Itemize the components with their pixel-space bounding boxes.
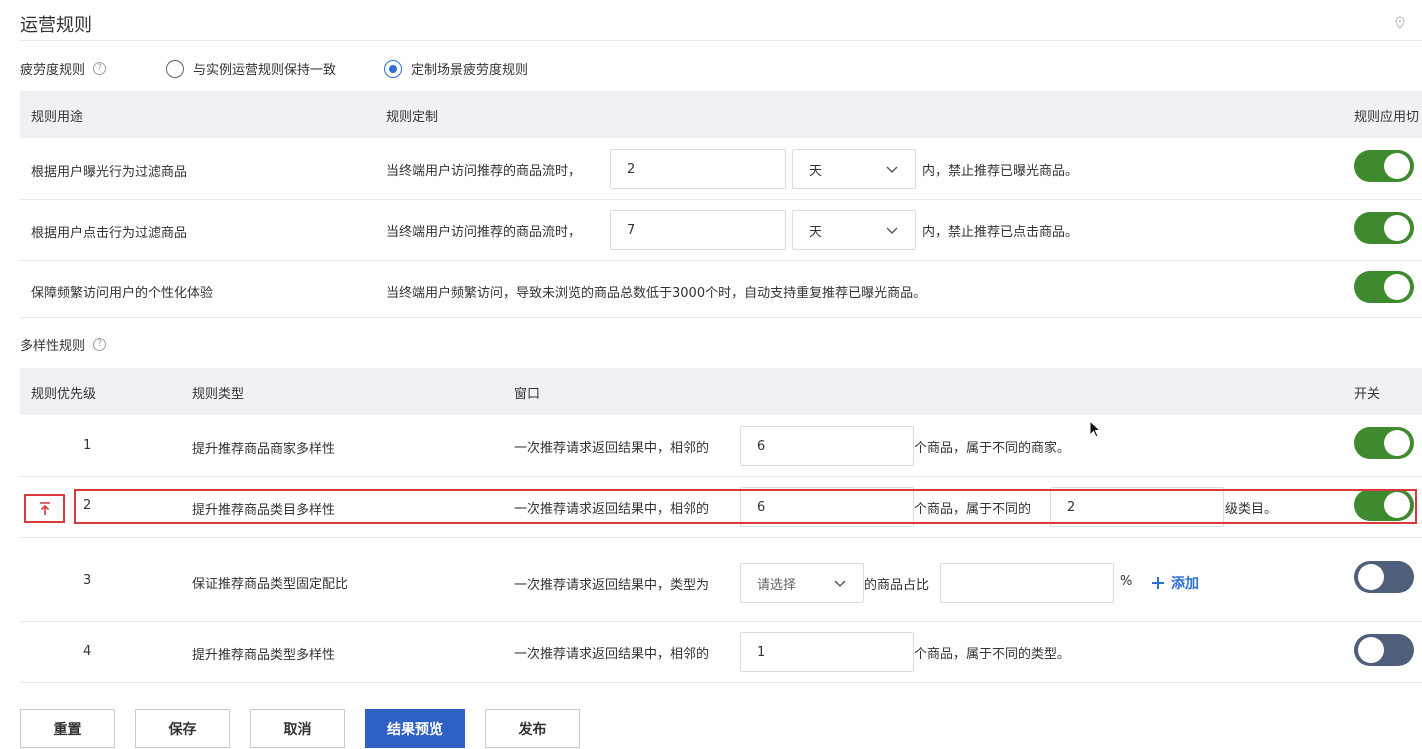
radio-label: 与实例运营规则保持一致 [193,63,337,78]
window-prefix: 一次推荐请求返回结果中，类型为 [514,578,710,593]
merchant-window-input[interactable]: 6 [740,426,914,466]
move-to-top-button[interactable] [24,494,65,523]
type-ratio-switch[interactable] [1354,561,1414,593]
save-button[interactable]: 保存 [135,709,230,748]
fatigue-row-prefix: 当终端用户访问推荐的商品流时， [386,225,582,240]
location-pin-icon[interactable] [1394,16,1406,30]
publish-button[interactable]: 发布 [485,709,580,748]
exposure-unit-select[interactable]: 天 [792,149,916,189]
row-divider [20,476,1422,477]
radio-custom-scene-fatigue[interactable]: 定制场景疲劳度规则 [384,59,528,78]
window-suffix: 级类目。 [1225,502,1278,517]
type-window-input[interactable]: 1 [740,632,914,672]
window-suffix: 个商品，属于不同的类型。 [914,647,1071,662]
click-filter-switch[interactable] [1354,212,1414,244]
header-switch: 开关 [1354,387,1381,402]
switch-knob [1384,215,1410,241]
row-divider [20,621,1422,622]
chevron-down-icon [886,166,898,173]
ratio-input[interactable] [940,563,1114,603]
row-divider [20,260,1422,261]
page-title: 运营规则 [20,15,92,36]
window-prefix: 一次推荐请求返回结果中，相邻的 [514,502,710,517]
fatigue-row-prefix: 当终端用户访问推荐的商品流时， [386,164,582,179]
fatigue-row-purpose: 保障频繁访问用户的个性化体验 [31,286,214,301]
product-type-select[interactable]: 请选择 [740,563,864,603]
chevron-down-icon [886,227,898,234]
select-placeholder: 请选择 [757,577,797,593]
mouse-cursor-icon [1089,420,1101,438]
help-icon[interactable]: ? [93,62,107,75]
priority-value: 2 [83,498,92,513]
exposure-days-input[interactable]: 2 [610,149,786,189]
switch-knob [1384,153,1410,179]
click-unit-select[interactable]: 天 [792,210,916,250]
select-value: 天 [809,163,823,179]
diversity-rule-label-text: 多样性规则 [20,339,86,354]
category-window-input[interactable]: 6 [740,487,914,527]
row-divider [20,199,1422,200]
add-ratio-button[interactable]: 添加 [1151,573,1199,593]
percent-sign: % [1120,574,1133,589]
rule-type: 提升推荐商品类型多样性 [192,648,336,663]
priority-value: 3 [83,573,92,588]
category-level-input[interactable]: 2 [1050,487,1224,527]
fatigue-rule-label-text: 疲劳度规则 [20,63,86,78]
fatigue-row-suffix: 内，禁止推荐已点击商品。 [922,225,1079,240]
header-rule-purpose: 规则用途 [31,110,84,125]
category-diversity-switch[interactable] [1354,489,1414,521]
add-label: 添加 [1171,576,1199,592]
window-mid: 的商品占比 [864,578,930,593]
rule-type: 保证推荐商品类型固定配比 [192,577,349,592]
help-icon[interactable]: ? [93,338,107,351]
merchant-diversity-switch[interactable] [1354,427,1414,459]
radio-checked-icon [384,59,402,78]
radio-consistent-with-instance[interactable]: 与实例运营规则保持一致 [166,59,336,78]
click-days-input[interactable]: 7 [610,210,786,250]
fatigue-rule-label: 疲劳度规则 ? [20,59,107,78]
rule-type: 提升推荐商品类目多样性 [192,503,336,518]
header-rule-type: 规则类型 [192,387,245,402]
header-priority: 规则优先级 [31,387,97,402]
window-suffix: 个商品，属于不同的商家。 [914,441,1071,456]
cancel-button[interactable]: 取消 [250,709,345,748]
fatigue-row-text: 当终端用户频繁访问，导致未浏览的商品总数低于3000个时，自动支持重复推荐已曝光… [386,286,927,301]
fatigue-row-purpose: 根据用户点击行为过滤商品 [31,226,188,241]
type-diversity-switch[interactable] [1354,634,1414,666]
window-prefix: 一次推荐请求返回结果中，相邻的 [514,441,710,456]
header-rule-apply: 规则应用切 [1354,110,1420,125]
chevron-down-icon [834,580,846,587]
preview-result-button[interactable]: 结果预览 [365,709,465,748]
switch-knob [1358,637,1384,663]
reset-button[interactable]: 重置 [20,709,115,748]
radio-unchecked-icon [166,59,184,78]
fatigue-row-suffix: 内，禁止推荐已曝光商品。 [922,164,1079,179]
priority-value: 4 [83,644,92,659]
plus-icon [1152,577,1164,589]
fatigue-table-header [20,91,1422,138]
select-value: 天 [809,224,823,240]
switch-knob [1384,430,1410,456]
window-mid: 个商品，属于不同的 [914,502,1032,517]
switch-knob [1384,492,1410,518]
rule-type: 提升推荐商品商家多样性 [192,442,336,457]
row-divider [20,537,1422,538]
row-divider [20,317,1422,318]
arrow-to-top-icon [39,501,50,515]
diversity-rule-label: 多样性规则 ? [20,335,107,354]
window-prefix: 一次推荐请求返回结果中，相邻的 [514,647,710,662]
exposure-filter-switch[interactable] [1354,150,1414,182]
fatigue-row-purpose: 根据用户曝光行为过滤商品 [31,165,188,180]
frequent-user-switch[interactable] [1354,271,1414,303]
radio-label: 定制场景疲劳度规则 [411,63,529,78]
header-window: 窗口 [514,387,541,402]
title-divider [20,40,1422,41]
switch-knob [1384,274,1410,300]
switch-knob [1358,564,1384,590]
row-divider [20,682,1422,683]
header-rule-custom: 规则定制 [386,110,439,125]
priority-value: 1 [83,438,92,453]
